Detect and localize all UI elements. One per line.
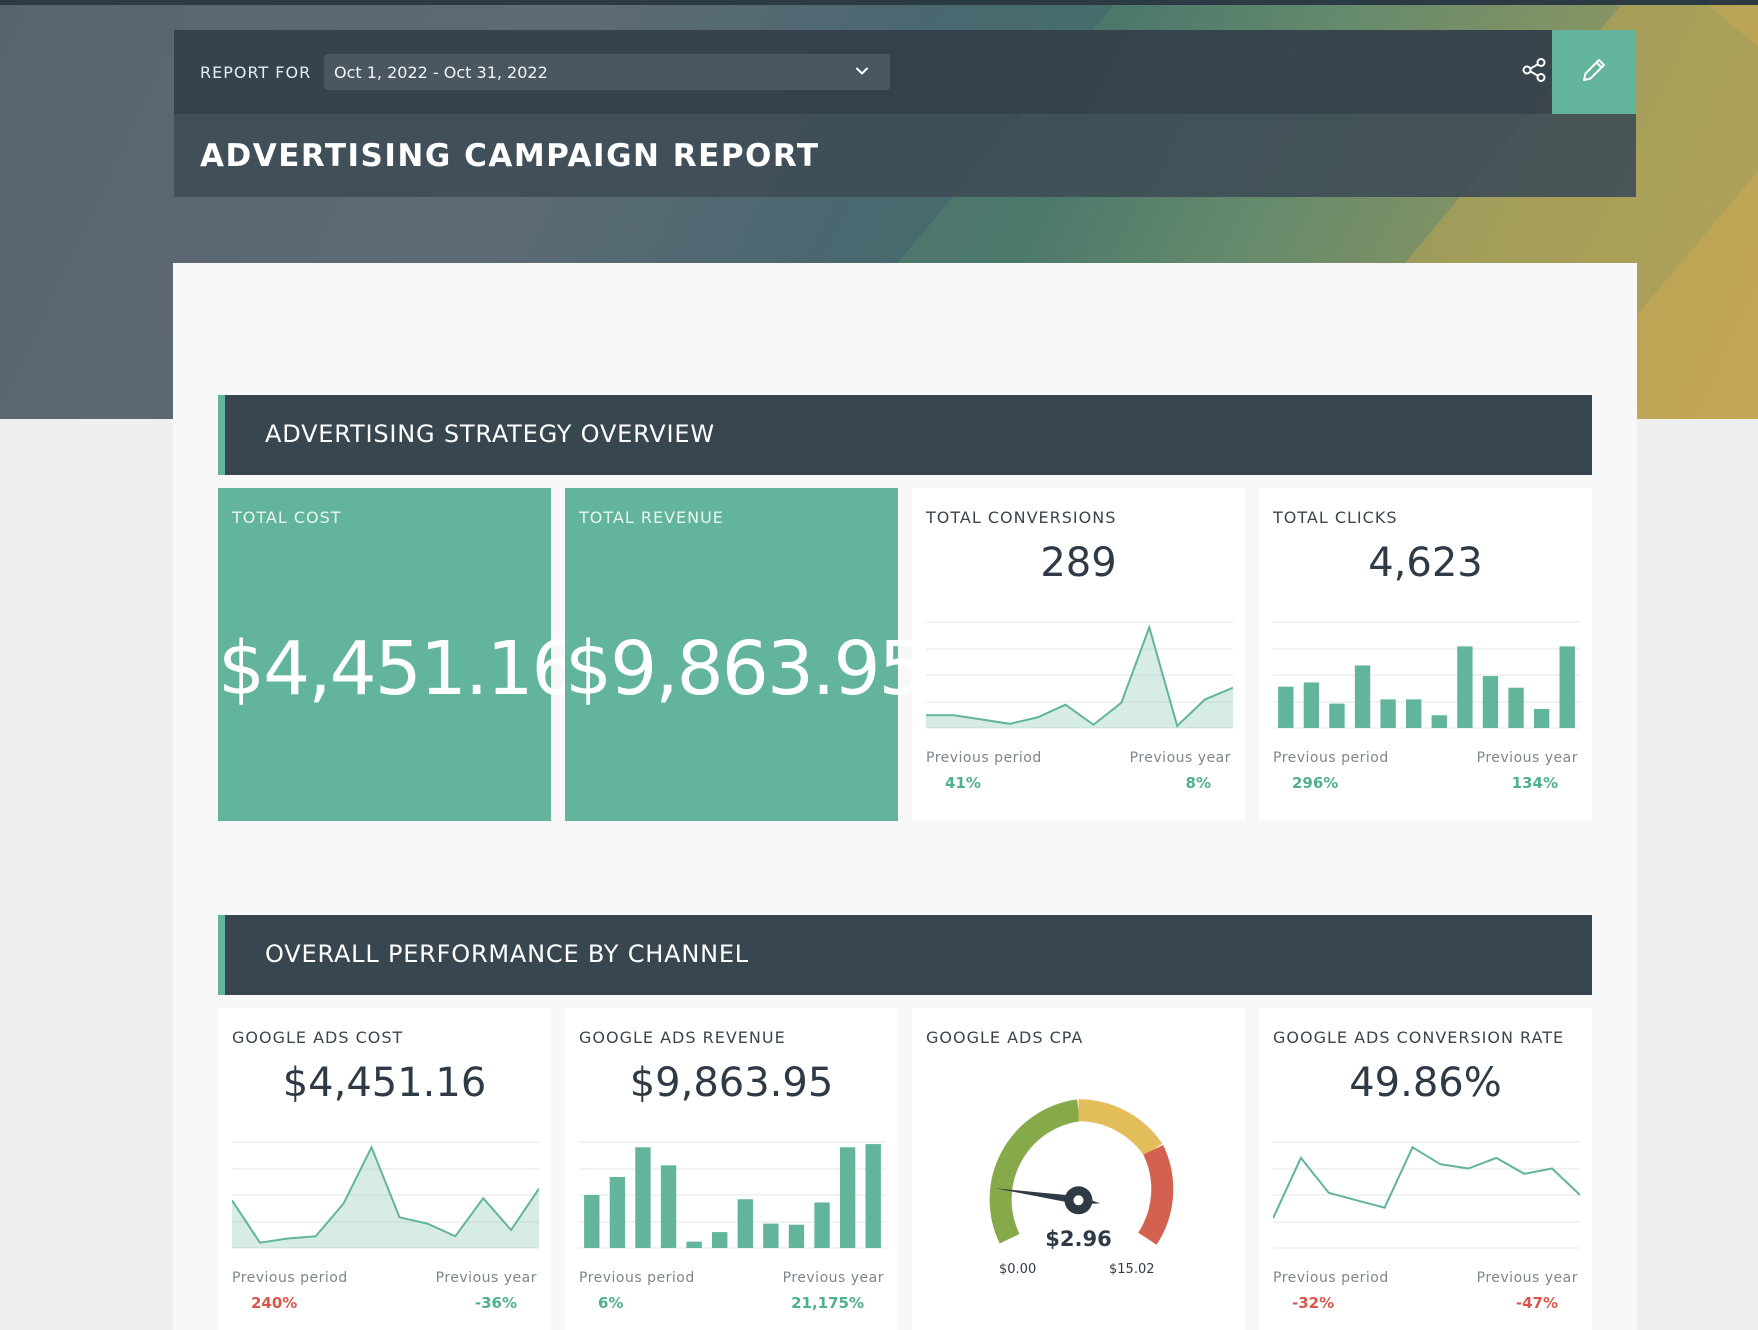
total-cost-card[interactable]: TOTAL COST $4,451.16 [218, 488, 579, 821]
gauge-band-high [1138, 1144, 1174, 1245]
gauge-max-label: $15.02 [1109, 1262, 1155, 1277]
pencil-icon [1579, 55, 1609, 89]
gauge-band-mid [1078, 1099, 1163, 1157]
previous-year-label: Previous year [1476, 1270, 1578, 1286]
previous-year-label: Previous year [435, 1270, 537, 1286]
edit-button[interactable] [1552, 30, 1636, 114]
previous-year-label: Previous year [1129, 750, 1231, 766]
chevron-down-icon [854, 63, 870, 83]
bar [1431, 715, 1447, 728]
total-clicks-value: 4,623 [1368, 540, 1483, 586]
page-title: ADVERTISING CAMPAIGN REPORT [200, 138, 820, 174]
previous-year-label: Previous year [782, 1270, 884, 1286]
bar [763, 1223, 779, 1248]
bar [686, 1241, 702, 1248]
bar [1303, 682, 1320, 728]
previous-period-label: Previous period [926, 750, 1042, 766]
google-ads-cost-area-chart [232, 1141, 539, 1249]
card-title: TOTAL CONVERSIONS [926, 508, 1117, 527]
bar [1354, 665, 1371, 728]
card-title: TOTAL CLICKS [1273, 508, 1398, 527]
bar [1457, 646, 1473, 728]
card-title: TOTAL REVENUE [579, 508, 724, 527]
previous-period-label: Previous period [232, 1270, 348, 1286]
previous-year-label: Previous year [1476, 750, 1578, 766]
google-ads-conversion-rate-card[interactable]: GOOGLE ADS CONVERSION RATE 49.86% Previo… [1259, 1008, 1592, 1330]
gauge-band-low [989, 1099, 1081, 1244]
previous-year-change: 134% [1511, 774, 1558, 792]
total-revenue-value: $9,863.95 [565, 626, 926, 712]
previous-period-change: 6% [598, 1294, 624, 1312]
bar [1508, 687, 1524, 728]
bar [788, 1224, 805, 1248]
previous-period-change: 296% [1292, 774, 1339, 792]
bar [1559, 646, 1575, 728]
bar [1278, 686, 1294, 728]
bar [584, 1195, 600, 1248]
date-range-value: Oct 1, 2022 - Oct 31, 2022 [334, 63, 548, 82]
total-conversions-value: 289 [1040, 540, 1117, 586]
previous-year-change: 8% [1185, 774, 1211, 792]
google-ads-cost-card[interactable]: GOOGLE ADS COST $4,451.16 Previous perio… [218, 1008, 551, 1330]
series-line [926, 624, 1233, 728]
bar [1482, 676, 1499, 728]
card-title: GOOGLE ADS CPA [926, 1028, 1084, 1047]
bar [660, 1165, 677, 1248]
area-fill [926, 627, 1233, 728]
gauge-min-label: $0.00 [999, 1262, 1037, 1277]
conversion-rate-line-chart [1273, 1141, 1580, 1249]
google-ads-cpa-card[interactable]: GOOGLE ADS CPA $2.96 $0.00 $15.02 [912, 1008, 1245, 1330]
previous-year-change: 21,175% [791, 1294, 864, 1312]
bar [814, 1202, 830, 1248]
share-icon [1520, 56, 1548, 88]
report-for-label: REPORT FOR [200, 63, 312, 82]
card-title: GOOGLE ADS REVENUE [579, 1028, 786, 1047]
section-header-overview: ADVERTISING STRATEGY OVERVIEW [218, 395, 1592, 475]
bar [1380, 699, 1396, 728]
area-fill [232, 1147, 539, 1248]
series-line [1273, 1145, 1580, 1219]
bar [839, 1147, 856, 1248]
google-ads-cost-value: $4,451.16 [282, 1060, 487, 1106]
previous-year-change: -47% [1515, 1294, 1558, 1312]
report-header-bar: REPORT FOR Oct 1, 2022 - Oct 31, 2022 [174, 30, 1636, 114]
bar [712, 1232, 728, 1248]
total-cost-value: $4,451.16 [218, 626, 579, 712]
card-title: GOOGLE ADS CONVERSION RATE [1273, 1028, 1565, 1047]
top-border [0, 0, 1758, 5]
card-title: GOOGLE ADS COST [232, 1028, 404, 1047]
google-ads-revenue-bar-chart [579, 1141, 886, 1249]
bar [635, 1147, 651, 1248]
bar [865, 1144, 881, 1248]
previous-period-change: 240% [251, 1294, 298, 1312]
previous-period-label: Previous period [579, 1270, 695, 1286]
previous-period-label: Previous period [1273, 1270, 1389, 1286]
google-ads-revenue-value: $9,863.95 [629, 1060, 834, 1106]
total-clicks-card[interactable]: TOTAL CLICKS 4,623 Previous period Previ… [1259, 488, 1592, 821]
report-title-bar: ADVERTISING CAMPAIGN REPORT [174, 114, 1636, 197]
clicks-bar-chart [1273, 621, 1580, 729]
section-title: OVERALL PERFORMANCE BY CHANNEL [265, 940, 749, 968]
previous-period-label: Previous period [1273, 750, 1389, 766]
bar [609, 1176, 626, 1248]
google-ads-conversion-rate-value: 49.86% [1349, 1060, 1502, 1106]
bar [1533, 708, 1550, 728]
previous-period-change: -32% [1292, 1294, 1335, 1312]
date-range-select[interactable]: Oct 1, 2022 - Oct 31, 2022 [324, 54, 890, 90]
google-ads-revenue-card[interactable]: GOOGLE ADS REVENUE $9,863.95 Previous pe… [565, 1008, 898, 1330]
previous-year-change: -36% [474, 1294, 517, 1312]
previous-period-change: 41% [945, 774, 981, 792]
section-title: ADVERTISING STRATEGY OVERVIEW [265, 420, 715, 448]
bar [737, 1199, 753, 1248]
bar [1329, 703, 1345, 728]
total-conversions-card[interactable]: TOTAL CONVERSIONS 289 Previous period Pr… [912, 488, 1245, 821]
conversions-area-chart [926, 621, 1233, 729]
total-revenue-card[interactable]: TOTAL REVENUE $9,863.95 [565, 488, 926, 821]
bar [1406, 699, 1422, 728]
card-title: TOTAL COST [232, 508, 342, 527]
google-ads-cpa-value: $2.96 [1045, 1227, 1112, 1251]
section-header-channel: OVERALL PERFORMANCE BY CHANNEL [218, 915, 1592, 995]
